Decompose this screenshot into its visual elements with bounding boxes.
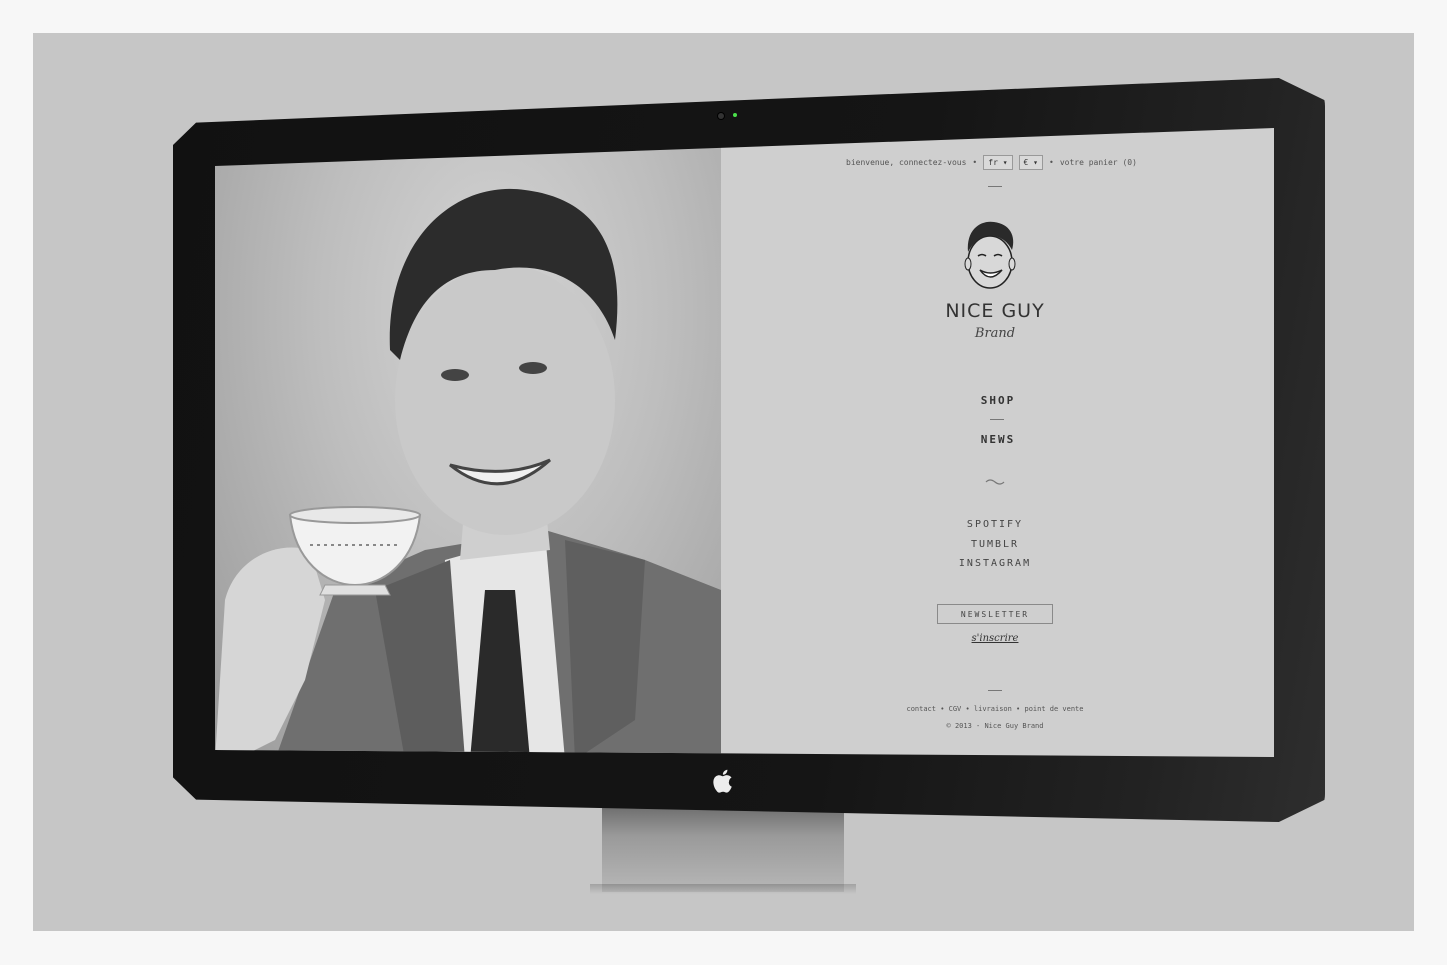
apple-logo-icon [713,769,732,793]
language-value: fr [988,157,998,167]
login-link[interactable]: bienvenue, connectez-vous [846,158,966,167]
newsletter-label: NEWSLETTER [960,609,1030,619]
divider [990,419,1004,420]
ornament-icon [985,479,1005,485]
language-select[interactable]: fr ▾ [983,154,1013,170]
nav-shop[interactable]: SHOP [940,394,1056,407]
cart-link[interactable]: votre panier (0) [1060,158,1137,167]
currency-select[interactable]: € ▾ [1018,154,1043,170]
brand-subtitle: Brand [974,326,1016,341]
social-spotify[interactable]: SPOTIFY [930,519,1060,530]
mascot-face-icon[interactable] [960,218,1020,296]
divider [988,186,1002,187]
nav-news[interactable]: NEWS [940,433,1056,446]
man-with-teacup-photo [215,188,721,757]
monitor-stand [602,806,844,892]
divider [988,690,1002,691]
top-bar: bienvenue, connectez-vous • fr ▾ € ▾ • v… [846,152,1146,172]
separator: • [1049,157,1054,167]
camera-led-icon [733,113,737,117]
subscribe-link[interactable]: s'inscrire [937,633,1053,644]
social-tumblr[interactable]: TUMBLR [930,539,1060,550]
newsletter-box[interactable]: NEWSLETTER [937,604,1053,624]
stand-shadow [590,884,856,894]
footer-links[interactable]: contact • CGV • livraison • point de ven… [880,705,1110,713]
copyright: © 2013 - Nice Guy Brand [946,722,1044,730]
brand-name[interactable]: NICE GUY [930,300,1060,322]
hero-photo [215,128,721,757]
currency-value: € [1023,157,1029,167]
separator: • [972,157,978,167]
social-instagram[interactable]: INSTAGRAM [930,558,1060,569]
camera-icon [718,113,724,119]
